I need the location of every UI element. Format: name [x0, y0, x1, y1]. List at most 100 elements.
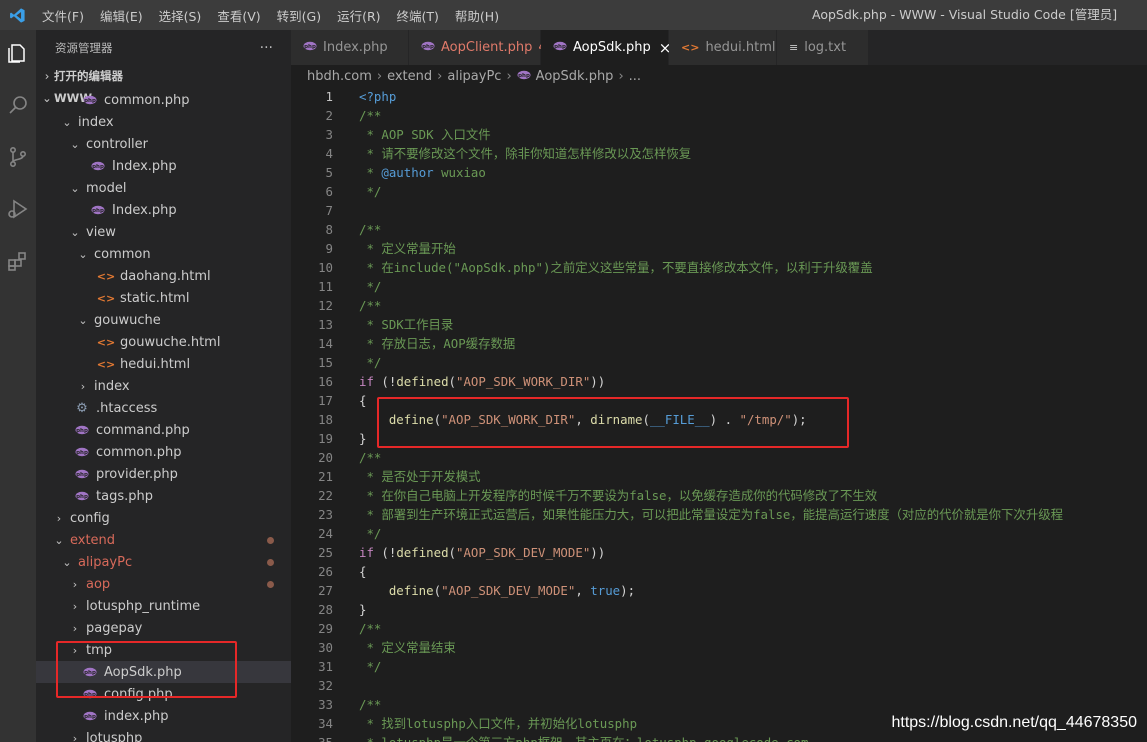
- code-line: 35 * lotusphp是一个第三方php框架，其主页在：lotusphp.g…: [291, 733, 1147, 742]
- extensions-icon[interactable]: [0, 246, 36, 276]
- folder-item[interactable]: › index: [36, 375, 291, 397]
- line-number: 24: [318, 526, 333, 541]
- breadcrumb-item[interactable]: alipayPc: [447, 69, 501, 84]
- php-file-icon: php: [82, 708, 98, 724]
- tab-log-txt[interactable]: ≡ log.txt: [777, 30, 869, 65]
- folder-item[interactable]: ⌄ alipayPc: [36, 551, 291, 573]
- code-token: * 定义常量结束: [359, 640, 456, 655]
- file-item[interactable]: php tags.php: [36, 485, 291, 507]
- folder-item[interactable]: ⌄ extend: [36, 529, 291, 551]
- tree-item-label: pagepay: [86, 620, 143, 636]
- code-token: defined: [396, 374, 449, 389]
- file-item[interactable]: php common.php: [36, 441, 291, 463]
- tab-label: Index.php: [323, 40, 388, 55]
- menu-item[interactable]: 终端(T): [389, 6, 447, 25]
- html-file-icon: <>: [96, 335, 116, 349]
- file-item[interactable]: php Index.php: [36, 155, 291, 177]
- tree-item-label: tags.php: [96, 488, 153, 504]
- code-token: * SDK工作目录: [359, 317, 454, 332]
- open-editors-section[interactable]: › 打开的编辑器: [36, 65, 291, 87]
- svg-text:php: php: [76, 494, 88, 500]
- code-token: (: [448, 545, 456, 560]
- chevron-right-icon: ›: [72, 599, 78, 613]
- code-line: 30 * 定义常量结束: [291, 638, 1147, 657]
- folder-item[interactable]: ⌄ common: [36, 243, 291, 265]
- tab-aopclient-php[interactable]: phpAopClient.php4: [409, 30, 547, 65]
- modified-dot: [267, 537, 274, 544]
- source-control-icon[interactable]: [0, 142, 36, 172]
- file-item[interactable]: php Index.php: [36, 199, 291, 221]
- folder-item[interactable]: › pagepay: [36, 617, 291, 639]
- chevron-right-icon: ›: [437, 68, 443, 84]
- code-line: 11 */: [291, 277, 1147, 296]
- file-item[interactable]: php common.php: [36, 89, 291, 111]
- php-file-icon: php: [90, 202, 106, 218]
- chevron-down-icon: ⌄: [78, 313, 88, 327]
- tab-hedui-html[interactable]: <> hedui.html: [669, 30, 777, 65]
- tree-item-label: index: [94, 378, 130, 394]
- line-number: 33: [318, 697, 333, 712]
- tab-index-php[interactable]: php Index.php: [291, 30, 409, 65]
- folder-item[interactable]: ⌄ index: [36, 111, 291, 133]
- folder-item[interactable]: › aop: [36, 573, 291, 595]
- menu-item[interactable]: 选择(S): [151, 6, 210, 25]
- tab-aopsdk-php[interactable]: php AopSdk.php ×: [541, 30, 671, 65]
- folder-item[interactable]: › lotusphp_runtime: [36, 595, 291, 617]
- explorer-icon[interactable]: [0, 38, 36, 68]
- activity-bar: [0, 30, 36, 742]
- code-token: * 在include("AopSdk.php")之前定义这些常量，不要直接修改本…: [359, 260, 873, 275]
- menu-item[interactable]: 编辑(E): [92, 6, 151, 25]
- code-line: 1 <?php: [291, 87, 1147, 106]
- line-number: 8: [325, 222, 333, 237]
- folder-item[interactable]: ⌄ controller: [36, 133, 291, 155]
- menu-item[interactable]: 文件(F): [34, 6, 92, 25]
- modified-dot: [267, 581, 274, 588]
- more-actions-button[interactable]: ···: [260, 40, 273, 56]
- code-token: ,: [575, 583, 591, 598]
- folder-item[interactable]: ⌄ model: [36, 177, 291, 199]
- search-icon[interactable]: [0, 90, 36, 120]
- code-token: );: [620, 583, 636, 598]
- file-item[interactable]: <> daohang.html: [36, 265, 291, 287]
- code-line: 23 * 部署到生产环境正式运营后，如果性能压力大，可以把此常量设定为false…: [291, 505, 1147, 524]
- menu-item[interactable]: 帮助(H): [447, 6, 507, 25]
- line-number: 34: [318, 716, 333, 731]
- explorer-sidebar: 资源管理器 ··· › 打开的编辑器 ⌄ WWW php common.php ⌄ i…: [36, 30, 291, 742]
- folder-item[interactable]: › lotusphp: [36, 727, 291, 742]
- tree-item-label: lotusphp: [86, 730, 143, 742]
- breadcrumb-item[interactable]: hbdh.com: [307, 69, 372, 84]
- code-token: "AOP_SDK_DEV_MODE": [456, 545, 591, 560]
- menu-item[interactable]: 查看(V): [209, 6, 268, 25]
- file-item[interactable]: php provider.php: [36, 463, 291, 485]
- file-item[interactable]: ⚙ .htaccess: [36, 397, 291, 419]
- breadcrumb-item[interactable]: extend: [387, 69, 432, 84]
- menu-bar: 文件(F) 编辑(E) 选择(S) 查看(V) 转到(G) 运行(R) 终端(T) 帮助(H): [34, 6, 507, 25]
- code-token: defined: [396, 545, 449, 560]
- file-item[interactable]: php command.php: [36, 419, 291, 441]
- annotation-box-define-line: [377, 397, 849, 448]
- line-number: 21: [318, 469, 333, 484]
- folder-item[interactable]: ⌄ gouwuche: [36, 309, 291, 331]
- code-token: (!: [373, 545, 397, 560]
- file-item[interactable]: php index.php: [36, 705, 291, 727]
- menu-item[interactable]: 转到(G): [269, 6, 329, 25]
- php-file-icon: php: [74, 444, 90, 460]
- run-debug-icon[interactable]: [0, 194, 36, 224]
- tree-item-label: extend: [70, 532, 116, 548]
- chevron-right-icon: ›: [376, 68, 383, 84]
- code-line: 3 * AOP SDK 入口文件: [291, 125, 1147, 144]
- breadcrumb-item[interactable]: ...: [629, 69, 641, 84]
- tree-item-label: aop: [86, 576, 111, 592]
- file-item[interactable]: <> hedui.html: [36, 353, 291, 375]
- tab-label: AopSdk.php: [573, 40, 651, 55]
- breadcrumb-item[interactable]: AopSdk.php: [536, 69, 614, 84]
- file-item[interactable]: <> static.html: [36, 287, 291, 309]
- svg-text:php: php: [84, 714, 96, 720]
- code-token: )): [590, 374, 606, 389]
- folder-item[interactable]: ⌄ view: [36, 221, 291, 243]
- file-item[interactable]: <> gouwuche.html: [36, 331, 291, 353]
- folder-item[interactable]: › config: [36, 507, 291, 529]
- code-token: * 存放日志，AOP缓存数据: [359, 336, 516, 351]
- svg-text:php: php: [76, 472, 88, 478]
- menu-item[interactable]: 运行(R): [329, 6, 388, 25]
